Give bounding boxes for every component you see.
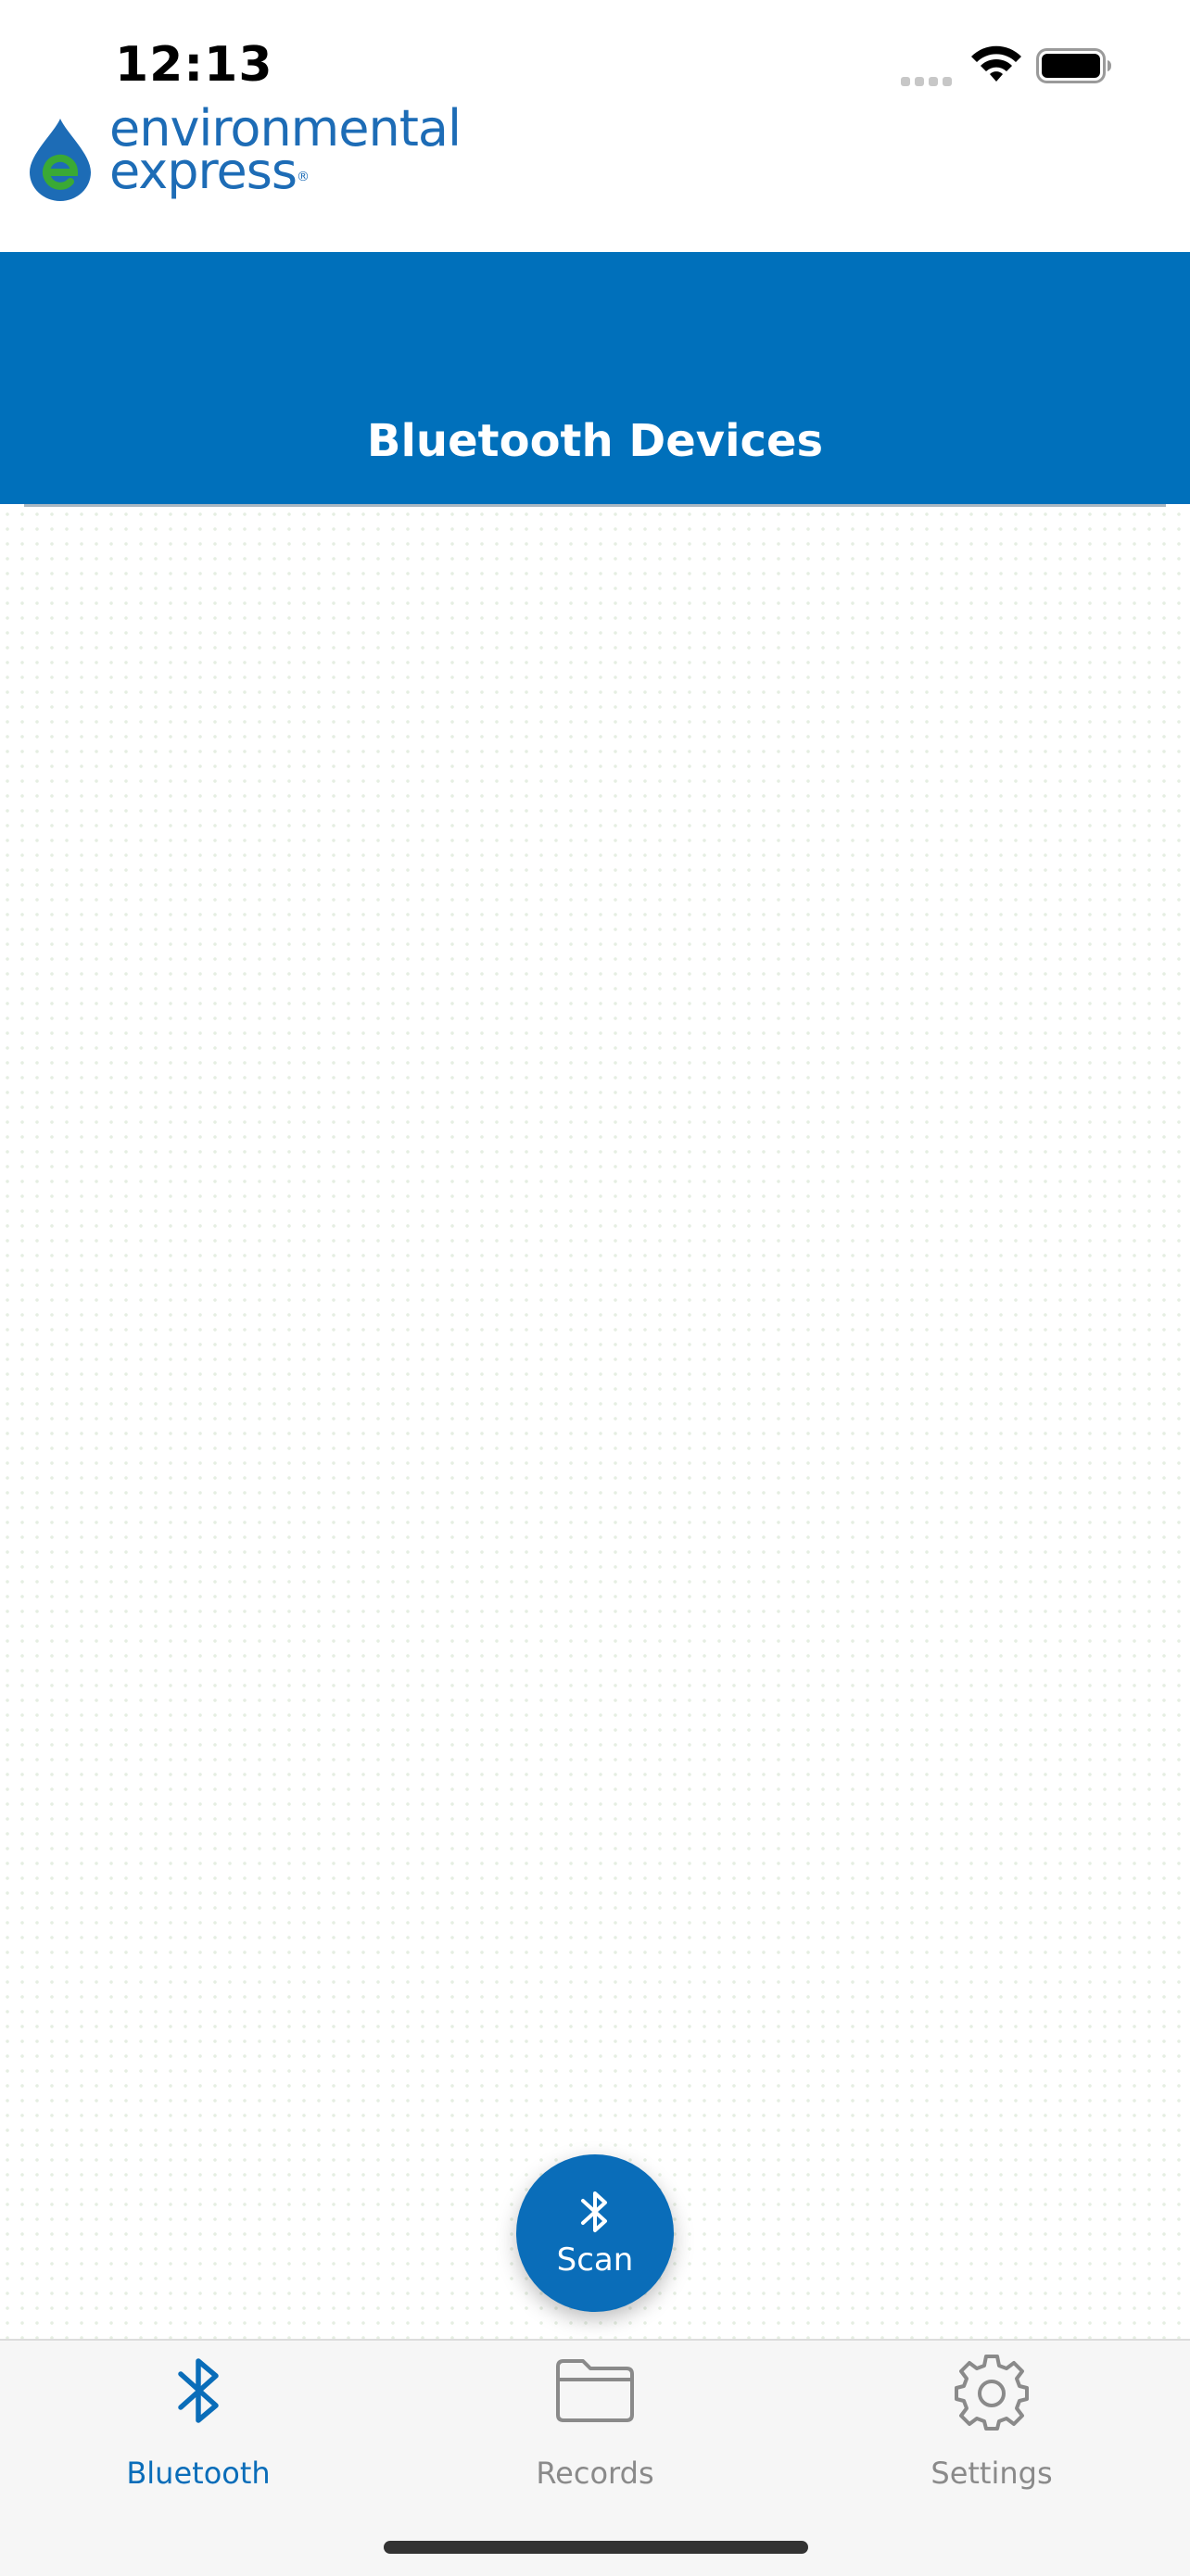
folder-icon	[556, 2359, 634, 2422]
scan-button-label: Scan	[556, 2241, 634, 2279]
app-logo: environmental express®	[26, 104, 508, 209]
tab-records-label: Records	[536, 2456, 654, 2491]
header-banner: Bluetooth Devices	[0, 252, 1190, 504]
tab-settings-label: Settings	[930, 2456, 1053, 2491]
wifi-icon	[971, 45, 1021, 82]
registered-mark: ®	[297, 170, 310, 184]
battery-icon	[1036, 48, 1111, 83]
logo-line-2-text: express	[109, 142, 298, 200]
status-bar: 12:13	[0, 0, 1190, 111]
scan-button[interactable]: Scan	[516, 2154, 674, 2312]
tab-settings[interactable]: Settings	[793, 2341, 1190, 2498]
bluetooth-icon	[178, 2358, 219, 2423]
home-indicator[interactable]	[384, 2541, 808, 2554]
tab-bluetooth[interactable]: Bluetooth	[0, 2341, 397, 2498]
device-list[interactable]	[0, 507, 1190, 2339]
gear-icon	[955, 2355, 1029, 2431]
tab-bluetooth-label: Bluetooth	[126, 2456, 271, 2491]
water-drop-logo-icon	[30, 119, 91, 201]
tab-bar: Bluetooth Records Settings	[0, 2339, 1190, 2576]
tab-records[interactable]: Records	[397, 2341, 793, 2498]
page-title: Bluetooth Devices	[366, 415, 824, 467]
bluetooth-icon	[581, 2191, 607, 2232]
logo-wordmark: environmental express®	[109, 104, 462, 196]
status-time: 12:13	[115, 37, 273, 93]
cellular-signal-icon	[901, 74, 956, 86]
